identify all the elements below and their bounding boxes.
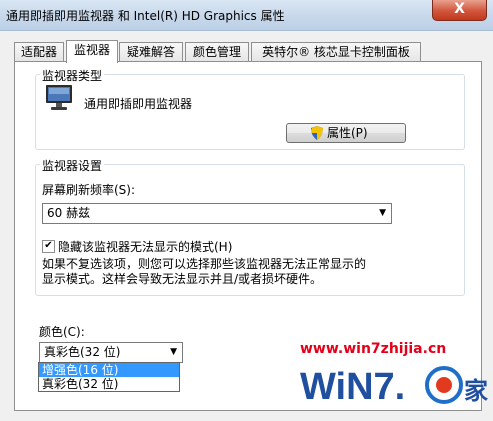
shield-icon <box>311 126 323 140</box>
refresh-rate-label: 屏幕刷新频率(S): <box>42 183 136 197</box>
tab-adapter[interactable]: 适配器 <box>14 42 64 61</box>
refresh-rate-value: 60 赫兹 <box>47 206 91 220</box>
watermark-logo-suffix: 家 <box>464 377 488 405</box>
colors-select[interactable]: 真彩色(32 位) ▼ <box>39 342 183 363</box>
watermark-logo-text: WiN7. <box>300 366 405 408</box>
monitor-type-group: 监视器类型 通用即插即用监视器 属性(P) <box>35 67 465 150</box>
refresh-rate-select[interactable]: 60 赫兹 ▼ <box>42 203 392 224</box>
title-bar[interactable]: 通用即插即用监视器 和 Intel(R) HD Graphics 属性 X <box>0 0 493 31</box>
colors-label: 颜色(C): <box>39 325 85 339</box>
tab-intel-control-panel[interactable]: 英特尔® 核芯显卡控制面板 <box>251 42 421 61</box>
monitor-icon <box>46 85 72 110</box>
properties-button-label: 属性(P) <box>327 126 368 140</box>
chevron-down-icon: ▼ <box>379 208 386 218</box>
hide-modes-note-line2: 显示模式。这样会导致无法显示并且/或者损坏硬件。 <box>42 272 323 286</box>
window-title: 通用即插即用监视器 和 Intel(R) HD Graphics 属性 <box>6 9 285 23</box>
colors-selected-value: 真彩色(32 位) <box>44 345 121 359</box>
close-icon: X <box>454 1 465 17</box>
monitor-settings-group: 监视器设置 屏幕刷新频率(S): 60 赫兹 ▼ ✔ 隐藏该监视器无法显示的模式… <box>35 157 465 296</box>
tab-monitor[interactable]: 监视器 <box>66 40 118 63</box>
hide-modes-label[interactable]: 隐藏该监视器无法显示的模式(H) <box>58 238 232 255</box>
colors-option-32bit[interactable]: 真彩色(32 位) <box>39 377 179 391</box>
watermark-url: www.win7zhijia.cn <box>300 341 447 357</box>
properties-button[interactable]: 属性(P) <box>286 123 406 143</box>
monitor-type-title: 监视器类型 <box>40 67 105 84</box>
monitor-name: 通用即插即用监视器 <box>84 97 193 111</box>
colors-dropdown-list: 增强色(16 位) 真彩色(32 位) <box>38 362 180 392</box>
monitor-settings-title: 监视器设置 <box>40 157 105 174</box>
tab-troubleshoot[interactable]: 疑难解答 <box>119 42 183 61</box>
hide-modes-checkbox[interactable]: ✔ <box>42 240 55 253</box>
close-button[interactable]: X <box>432 0 487 21</box>
colors-option-16bit[interactable]: 增强色(16 位) <box>39 363 179 377</box>
properties-window: 通用即插即用监视器 和 Intel(R) HD Graphics 属性 X 适配… <box>0 0 493 421</box>
chevron-down-icon: ▼ <box>170 347 177 357</box>
watermark-logo: WiN7. 家 <box>299 365 488 409</box>
tab-color-management[interactable]: 颜色管理 <box>185 42 249 61</box>
